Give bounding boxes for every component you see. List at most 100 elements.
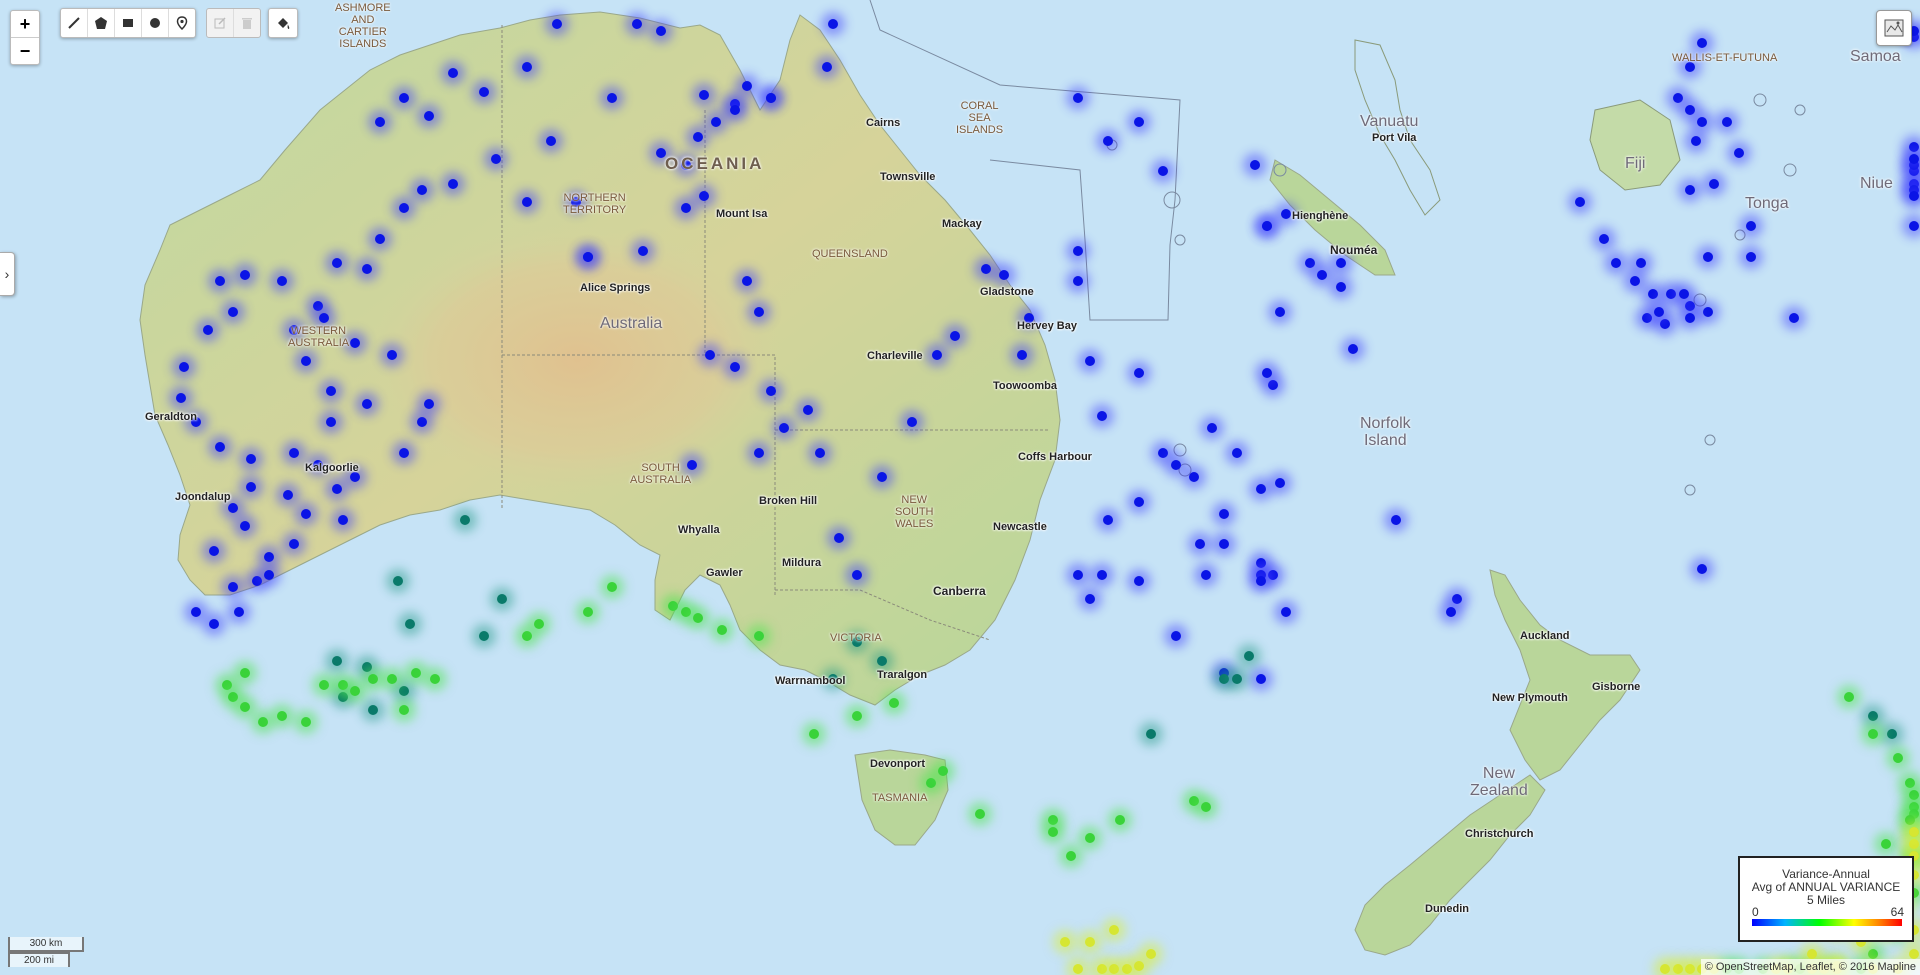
data-point-blue[interactable] [246,481,257,492]
data-point-green[interactable] [1084,832,1095,843]
data-point-blue[interactable] [1684,105,1695,116]
data-point-blue[interactable] [374,233,385,244]
data-point-blue[interactable] [1909,190,1919,201]
data-point-blue[interactable] [399,92,410,103]
data-point-blue[interactable] [1170,459,1181,470]
data-point-blue[interactable] [1788,313,1799,324]
data-point-blue[interactable] [803,404,814,415]
data-point-yellow[interactable] [1909,826,1919,837]
data-point-blue[interactable] [1348,343,1359,354]
data-point-blue[interactable] [833,533,844,544]
data-point-blue[interactable] [1641,313,1652,324]
marker-icon[interactable] [169,9,195,37]
data-point-blue[interactable] [1170,631,1181,642]
data-point-blue[interactable] [686,459,697,470]
data-point-blue[interactable] [337,514,348,525]
data-point-green[interactable] [1048,826,1059,837]
data-point-blue[interactable] [1335,258,1346,269]
map-layers-icon[interactable] [1876,10,1912,46]
data-point-blue[interactable] [1684,313,1695,324]
data-point-blue[interactable] [209,545,220,556]
data-point-blue[interactable] [227,582,238,593]
data-point-blue[interactable] [1103,514,1114,525]
data-point-green[interactable] [974,808,985,819]
data-point-blue[interactable] [1709,178,1720,189]
data-point-green[interactable] [239,667,250,678]
data-point-green[interactable] [386,673,397,684]
data-point-blue[interactable] [570,196,581,207]
data-point-blue[interactable] [423,111,434,122]
data-point-blue[interactable] [656,25,667,36]
data-point-blue[interactable] [399,202,410,213]
data-point-blue[interactable] [239,521,250,532]
data-point-blue[interactable] [325,417,336,428]
data-point-blue[interactable] [1256,557,1267,568]
data-point-blue[interactable] [1635,258,1646,269]
data-point-blue[interactable] [637,245,648,256]
data-point-blue[interactable] [980,264,991,275]
data-point-blue[interactable] [1697,563,1708,574]
data-point-blue[interactable] [178,362,189,372]
polyline-icon[interactable] [61,9,88,37]
data-point-blue[interactable] [1158,447,1169,458]
data-point-blue[interactable] [1697,37,1708,48]
data-point-teal[interactable] [876,655,887,666]
data-point-teal[interactable] [392,576,403,587]
data-point-blue[interactable] [1446,606,1457,617]
data-point-blue[interactable] [276,276,287,287]
data-point-green[interactable] [1880,839,1891,850]
edit-icon[interactable] [207,9,234,37]
data-point-blue[interactable] [246,453,257,464]
data-point-blue[interactable] [1274,478,1285,489]
data-point-teal[interactable] [1886,729,1897,739]
data-point-blue[interactable] [1678,288,1689,299]
data-point-blue[interactable] [1390,514,1401,525]
data-point-blue[interactable] [1909,141,1919,152]
data-point-blue[interactable] [1097,410,1108,421]
data-point-blue[interactable] [1733,147,1744,158]
data-point-blue[interactable] [1684,300,1695,311]
data-point-green[interactable] [221,680,232,691]
data-point-blue[interactable] [362,398,373,409]
data-point-blue[interactable] [399,447,410,458]
data-point-green[interactable] [301,716,312,727]
data-point-blue[interactable] [1103,135,1114,146]
data-point-blue[interactable] [582,251,593,262]
data-point-green[interactable] [429,673,440,684]
data-point-blue[interactable] [288,447,299,458]
data-point-blue[interactable] [301,508,312,519]
data-point-blue[interactable] [1703,251,1714,262]
data-point-blue[interactable] [1072,569,1083,580]
trash-icon[interactable] [234,9,260,37]
data-point-blue[interactable] [1084,355,1095,366]
data-point-blue[interactable] [741,80,752,91]
data-point-teal[interactable] [827,673,838,684]
data-point-blue[interactable] [521,62,532,73]
data-point-blue[interactable] [1231,447,1242,458]
data-point-blue[interactable] [1746,251,1757,262]
data-point-blue[interactable] [448,178,459,189]
data-point-green[interactable] [521,631,532,642]
data-point-blue[interactable] [176,392,187,403]
data-point-blue[interactable] [233,606,244,617]
polygon-icon[interactable] [88,9,115,37]
data-point-blue[interactable] [374,117,385,128]
zoom-in-button[interactable]: + [11,11,39,37]
data-point-yellow[interactable] [1684,964,1695,974]
data-point-green[interactable] [227,692,238,703]
data-point-blue[interactable] [490,154,501,165]
data-point-teal[interactable] [1146,729,1157,739]
data-point-yellow[interactable] [1084,936,1095,947]
data-point-blue[interactable] [1574,196,1585,207]
rectangle-icon[interactable] [115,9,142,37]
data-point-blue[interactable] [227,306,238,317]
data-point-blue[interactable] [699,190,710,201]
data-point-blue[interactable] [521,196,532,207]
data-point-green[interactable] [692,612,703,623]
data-point-blue[interactable] [692,132,703,142]
data-point-blue[interactable] [1690,135,1701,146]
data-point-blue[interactable] [1072,276,1083,287]
data-point-yellow[interactable] [1072,964,1083,974]
data-point-blue[interactable] [227,502,238,513]
data-point-green[interactable] [399,704,410,715]
